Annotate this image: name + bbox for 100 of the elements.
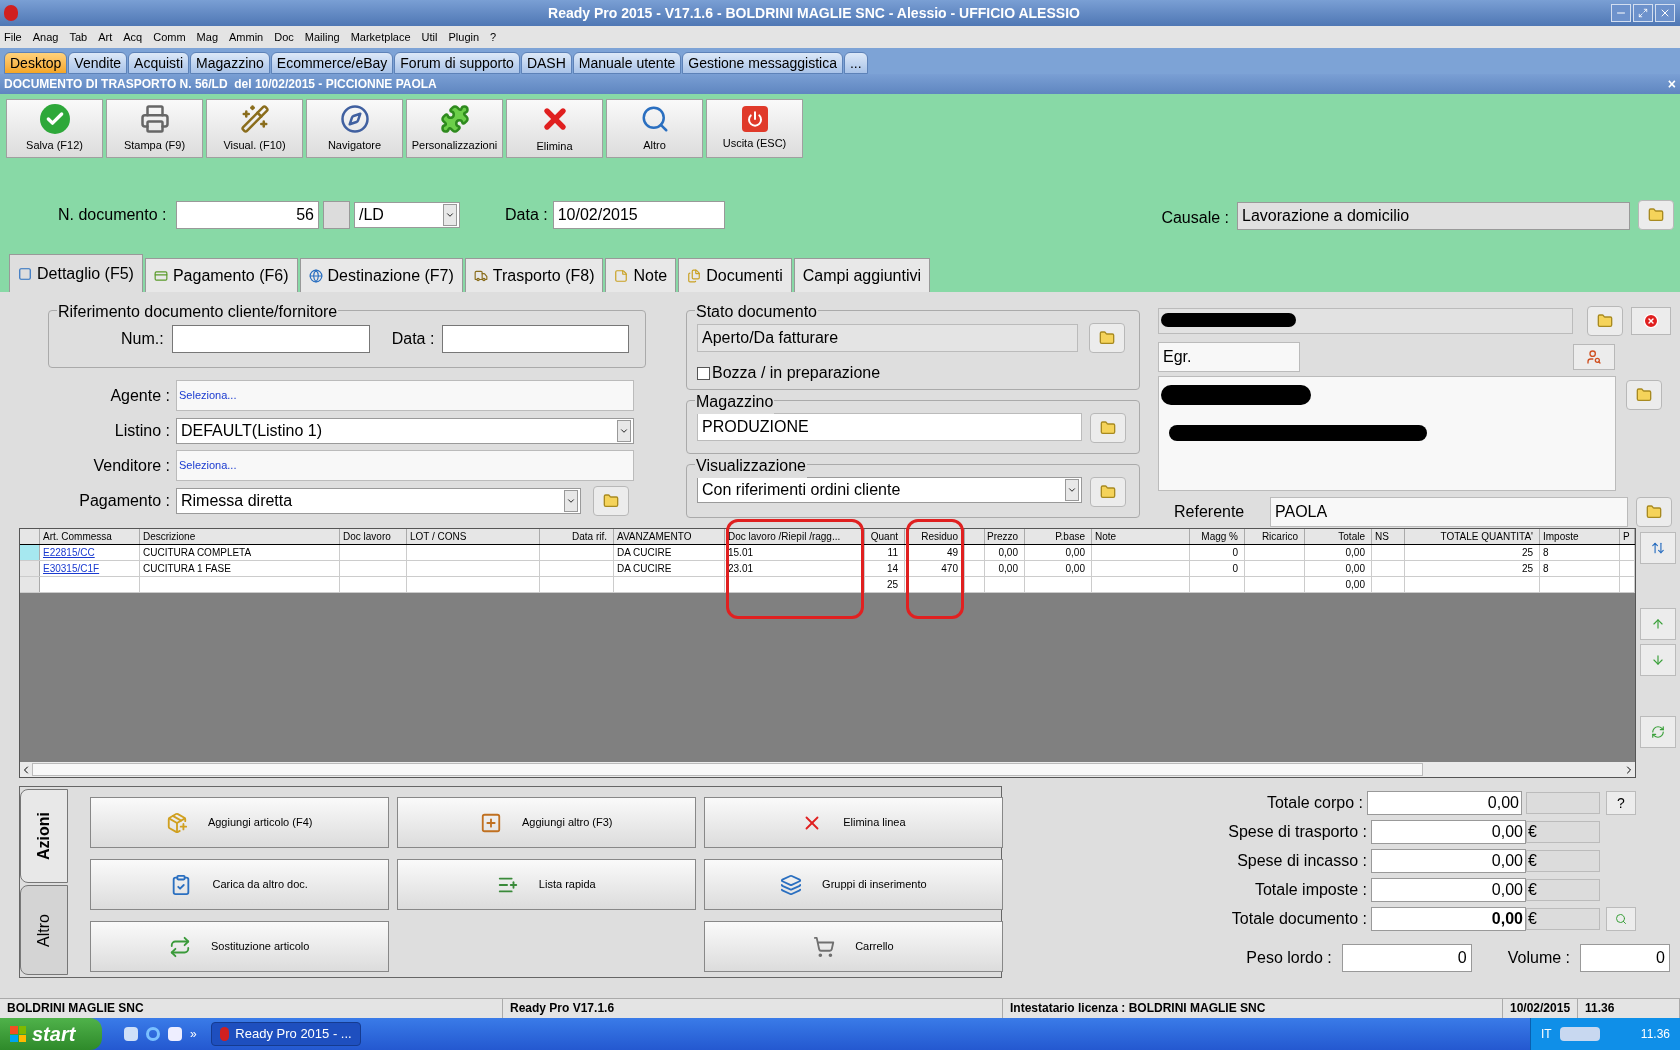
address-field[interactable] [1158,376,1616,491]
action-button[interactable]: Aggiungi articolo (F4) [89,797,389,848]
column-header[interactable]: Totale [1305,529,1372,544]
column-header[interactable]: LOT / CONS [407,529,540,544]
column-header[interactable]: Note [1092,529,1190,544]
menu-item[interactable]: ? [490,28,497,46]
browser-icon[interactable] [146,1027,160,1041]
column-header[interactable]: P.base [1025,529,1092,544]
row-indicator[interactable] [20,561,40,576]
side-tab[interactable]: Azioni [20,789,68,883]
column-header[interactable]: Descrizione [140,529,340,544]
menu-item[interactable]: Tab [69,28,88,46]
folder-button[interactable] [1090,477,1126,507]
menu-item[interactable]: Mailing [304,28,340,46]
column-header[interactable]: P [1620,529,1635,544]
warehouse-field[interactable]: PRODUZIONE [697,413,1082,441]
article-link[interactable]: E30315/C1F [40,561,140,576]
menu-item[interactable]: Comm [153,28,186,46]
reference-number-field[interactable] [171,325,370,353]
column-header[interactable]: Magg % [1190,529,1245,544]
price-list-combo[interactable]: DEFAULT(Listino 1) [176,417,634,444]
app-tab[interactable]: ... [844,52,868,74]
detail-tab[interactable]: Documenti [678,258,792,292]
menu-item[interactable]: Acq [123,28,143,46]
menu-item[interactable]: Ammin [229,28,264,46]
move-button[interactable] [1640,532,1676,564]
app-tab[interactable]: Manuale utente [572,52,682,74]
move-down-button[interactable] [1640,644,1676,676]
toolbar-button[interactable]: Navigatore [306,99,403,158]
contact-field[interactable]: PAOLA [1270,497,1628,527]
move-up-button[interactable] [1640,608,1676,640]
detail-tab[interactable]: Destinazione (F7) [299,258,463,292]
app-tab[interactable]: Vendite [68,52,128,74]
app-tab[interactable]: Forum di supporto [394,52,520,74]
action-button[interactable]: Gruppi di inserimento [703,859,1003,910]
action-button[interactable]: Lista rapida [396,859,696,910]
column-header[interactable]: TOTALE QUANTITA' [1405,529,1540,544]
reference-date-field[interactable] [442,325,630,353]
row-indicator[interactable] [20,545,40,560]
column-header[interactable]: Doc lavoro [340,529,407,544]
column-header[interactable]: NS [1372,529,1405,544]
toolbar-button[interactable]: Elimina [506,99,603,158]
view-combo[interactable]: Con riferimenti ordini cliente [697,477,1082,503]
toolbar-button[interactable]: Altro [606,99,703,158]
column-header[interactable]: Prezzo [985,529,1025,544]
action-button[interactable]: Aggiungi altro (F3) [396,797,696,848]
app-tab[interactable]: Acquisti [128,52,190,74]
menu-item[interactable]: Anag [32,28,59,46]
detail-tab[interactable]: Dettaglio (F5) [9,254,143,292]
volume-field[interactable]: 0 [1580,944,1670,972]
menu-item[interactable]: Doc [274,28,294,46]
column-header[interactable]: AVANZAMENTO [614,529,725,544]
detail-tab[interactable]: Note [605,258,677,292]
toolbar-button[interactable]: Salva (F12) [6,99,103,158]
app-tab[interactable]: DASH [520,52,572,74]
toolbar-button[interactable]: Stampa (F9) [106,99,203,158]
folder-button[interactable] [593,485,629,516]
draft-checkbox[interactable] [697,366,710,380]
folder-button[interactable] [1089,323,1125,353]
blank-button[interactable] [323,201,350,229]
action-button[interactable]: Elimina linea [703,797,1003,848]
close-button[interactable] [1655,4,1675,22]
menu-item[interactable]: Util [421,28,438,46]
row-indicator[interactable] [20,577,40,592]
folder-button[interactable] [1636,497,1672,527]
column-header[interactable]: Ricarico [1245,529,1305,544]
article-link[interactable]: E22815/CC [40,545,140,560]
folder-button[interactable] [1626,380,1662,410]
folder-button[interactable] [1638,200,1674,230]
side-tab[interactable]: Altro [20,885,68,975]
selection-field[interactable]: Seleziona... [176,380,634,411]
weight-field[interactable]: 0 [1341,944,1472,972]
folder-button[interactable] [1090,413,1126,443]
customer-name-field[interactable] [1158,308,1573,334]
toolbar-button[interactable]: Visual. (F10) [206,99,303,158]
refresh-button[interactable] [1640,716,1676,748]
zoom-button[interactable] [1606,907,1636,931]
column-header[interactable]: Imposte [1540,529,1620,544]
remove-button[interactable] [1631,307,1671,335]
desktop-icon[interactable] [124,1027,138,1041]
toolbar-button[interactable]: Uscita (ESC) [706,99,803,158]
series-combo[interactable]: /LD [354,202,460,228]
app-tab[interactable]: Gestione messaggistica [682,52,843,74]
action-button[interactable]: Carica da altro doc. [89,859,389,910]
app-tab[interactable]: Ecommerce/eBay [270,52,394,74]
contact-search-button[interactable] [1573,344,1615,370]
media-icon[interactable] [168,1027,182,1041]
number-field[interactable]: 56 [176,201,319,229]
title-field[interactable]: Egr. [1158,342,1300,372]
menu-item[interactable]: Mag [196,28,218,46]
causale-field[interactable]: Lavorazione a domicilio [1237,202,1630,230]
app-tab[interactable]: Desktop [4,52,68,74]
menu-item[interactable]: File [4,28,22,46]
column-header[interactable]: Quant [865,529,905,544]
toolbar-button[interactable]: Personalizzazioni [406,99,503,158]
folder-button[interactable] [1587,306,1623,336]
selection-field[interactable]: Seleziona... [176,450,634,481]
restore-button[interactable] [1633,4,1653,22]
more-quick-launch-button[interactable]: » [190,1025,197,1043]
column-header[interactable]: Data rif. [540,529,614,544]
